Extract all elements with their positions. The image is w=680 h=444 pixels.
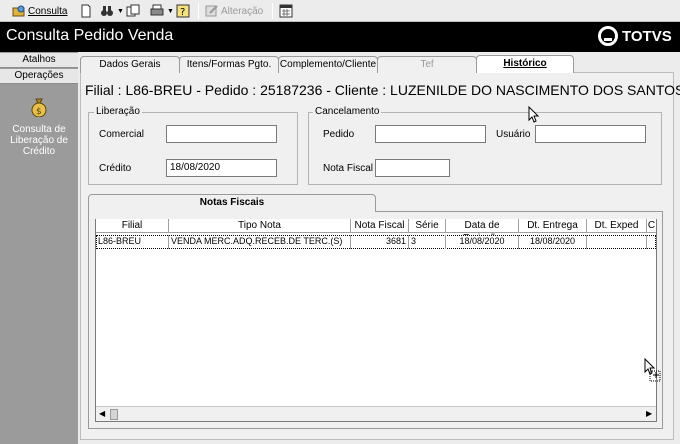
- search-dropdown-button[interactable]: ▼: [100, 2, 124, 20]
- liberacao-group-title: Liberação: [94, 106, 142, 117]
- cell-c: [647, 235, 656, 249]
- column-header-c[interactable]: C: [647, 219, 656, 233]
- column-header-tipo-nota[interactable]: Tipo Nota: [169, 219, 351, 233]
- cell-nota-fiscal: 3681: [351, 235, 409, 249]
- cancelamento-group-title: Cancelamento: [313, 106, 382, 117]
- tab-notas-fiscais[interactable]: Notas Fiscais: [88, 194, 376, 212]
- new-document-icon[interactable]: [80, 2, 92, 20]
- sidebar-tab-operacoes[interactable]: Operações: [0, 69, 78, 84]
- toolbar: Consulta ▼ ▼ ? Alteração: [0, 0, 680, 22]
- notas-fiscais-grid[interactable]: [95, 219, 657, 422]
- cell-data-emissao: 18/08/2020: [446, 235, 519, 249]
- cell-dt-entrega: 18/08/2020: [519, 235, 587, 249]
- tab-itens-formas-pgto[interactable]: Itens/Formas Pgto.: [179, 56, 279, 73]
- chevron-down-icon: ▼: [117, 7, 124, 15]
- totvs-logo: TOTVS: [598, 26, 672, 46]
- toolbar-separator: [272, 3, 273, 19]
- tab-tef[interactable]: Tef: [377, 56, 477, 73]
- totvs-logo-icon: [598, 26, 618, 46]
- comercial-label: Comercial: [99, 129, 145, 140]
- chevron-down-icon: ▼: [167, 7, 174, 15]
- credito-field[interactable]: 18/08/2020: [166, 159, 277, 177]
- column-header-data-emissao[interactable]: Data de Emissão: [446, 219, 519, 244]
- toolbar-separator: [198, 3, 199, 19]
- tab-dados-gerais[interactable]: Dados Gerais: [80, 56, 180, 73]
- scroll-right-icon[interactable]: ▶: [646, 409, 652, 418]
- svg-text:$: $: [36, 107, 42, 117]
- sidebar-tab-atalhos[interactable]: Atalhos: [0, 53, 78, 68]
- help-icon[interactable]: ?: [176, 2, 190, 20]
- credito-label: Crédito: [99, 163, 132, 174]
- order-info-line: Filial : L86-BREU - Pedido : 25187236 - …: [85, 82, 680, 98]
- cell-serie: 3: [409, 235, 446, 249]
- pedido-field[interactable]: [375, 125, 486, 143]
- calendar-icon[interactable]: [279, 2, 293, 20]
- window-title: Consulta Pedido Venda: [6, 27, 174, 44]
- edit-icon: [205, 5, 218, 17]
- usuario-label: Usuário: [496, 129, 531, 140]
- usuario-field[interactable]: [535, 125, 646, 143]
- horizontal-scrollbar[interactable]: ◀ ▶: [96, 406, 656, 421]
- drag-cursor-icon: [644, 358, 661, 382]
- pedido-label: Pedido: [323, 129, 355, 140]
- tab-historico[interactable]: Histórico: [476, 55, 574, 73]
- printer-icon: [150, 4, 164, 16]
- column-header-dt-exped[interactable]: Dt. Exped: [587, 219, 647, 233]
- column-header-dt-entrega[interactable]: Dt. Entrega: [519, 219, 587, 233]
- alteracao-button[interactable]: Alteração: [205, 2, 263, 20]
- cell-filial: L86-BREU: [96, 235, 169, 249]
- nota-fiscal-field[interactable]: [375, 159, 450, 177]
- sidebar-item-consulta-liberacao[interactable]: Consulta de Liberação de Crédito: [4, 124, 74, 157]
- cell-tipo-nota: VENDA MERC.ADQ.RECEB.DE TERC.(S): [169, 235, 351, 249]
- scrollbar-thumb[interactable]: [110, 409, 118, 420]
- column-header-nota-fiscal[interactable]: Nota Fiscal: [351, 219, 409, 233]
- column-header-filial[interactable]: Filial: [96, 219, 169, 233]
- svg-text:?: ?: [180, 7, 185, 18]
- print-dropdown-button[interactable]: ▼: [150, 2, 174, 20]
- nota-fiscal-label: Nota Fiscal: [323, 163, 374, 174]
- cancelamento-group: [308, 112, 662, 185]
- consulta-icon: [12, 5, 25, 17]
- cell-dt-exped: [587, 235, 647, 249]
- comercial-field[interactable]: [166, 125, 277, 143]
- binoculars-icon: [101, 6, 113, 16]
- tab-complemento-cliente[interactable]: Complemento/Cliente: [278, 56, 378, 73]
- scroll-left-icon[interactable]: ◀: [99, 409, 105, 418]
- copy-icon[interactable]: [126, 2, 140, 20]
- column-header-serie[interactable]: Série: [409, 219, 446, 233]
- consulta-button[interactable]: Consulta: [12, 2, 67, 20]
- money-bag-icon[interactable]: $: [31, 97, 47, 117]
- mouse-pointer-icon: [528, 106, 540, 123]
